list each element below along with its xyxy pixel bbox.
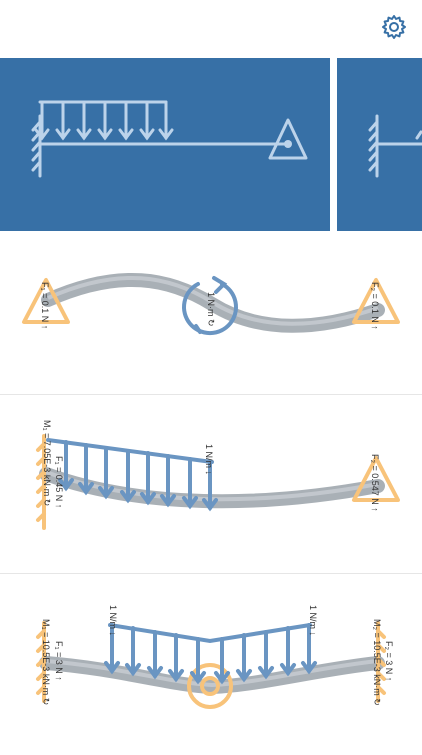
reaction-f1-label: F₁ = 0.1 N ↑ bbox=[40, 282, 50, 330]
load-left-label: 1 N/m ↓ bbox=[108, 605, 118, 637]
reaction-f1-label: F₁ = 3 N ↑ bbox=[54, 641, 64, 681]
reaction-m2-label: M₂ = 10.5E-3 kN·m ↻ bbox=[372, 619, 382, 706]
load-right-label: 1 N/m ↓ bbox=[308, 605, 318, 637]
load-end-label: 1 N/m ↓ bbox=[204, 444, 214, 476]
divider bbox=[0, 573, 422, 574]
top-bar bbox=[0, 0, 422, 56]
example-card-next[interactable] bbox=[337, 58, 422, 231]
reaction-m1-label: M₁ = 10.5E-3 kN·m ↻ bbox=[41, 619, 51, 706]
moment-label: 1 N·m ↻ bbox=[206, 292, 216, 327]
reaction-f2-label: F₂ = 0.547 N ↑ bbox=[370, 454, 380, 512]
example-fixed-beam[interactable]: M₁ = 10.5E-3 kN·m ↻ F₁ = 3 N ↑ 1 N/m ↓ 1… bbox=[0, 575, 422, 750]
reaction-f2-label: F₂ = 3 N ↑ bbox=[384, 641, 394, 682]
reaction-m1-label: M₁ = 7.05E-3 kN·m ↻ bbox=[42, 420, 52, 507]
example-card-cantilever[interactable] bbox=[0, 58, 330, 231]
divider bbox=[0, 394, 422, 395]
reaction-f2-label: F₂ = 0.1 N ↑ bbox=[370, 282, 380, 330]
example-moment-beam[interactable]: F₁ = 0.1 N ↑ 1 N·m ↻ F₂ = 0.1 N ↑ bbox=[0, 238, 422, 393]
example-distributed-beam[interactable]: M₁ = 7.05E-3 kN·m ↻ F₁ = 0.45 N ↑ 1 N/m … bbox=[0, 396, 422, 573]
cantilever-diagram bbox=[31, 100, 308, 178]
gear-icon[interactable] bbox=[380, 13, 408, 41]
next-diagram bbox=[368, 114, 422, 178]
reaction-f1-label: F₁ = 0.45 N ↑ bbox=[54, 456, 64, 509]
